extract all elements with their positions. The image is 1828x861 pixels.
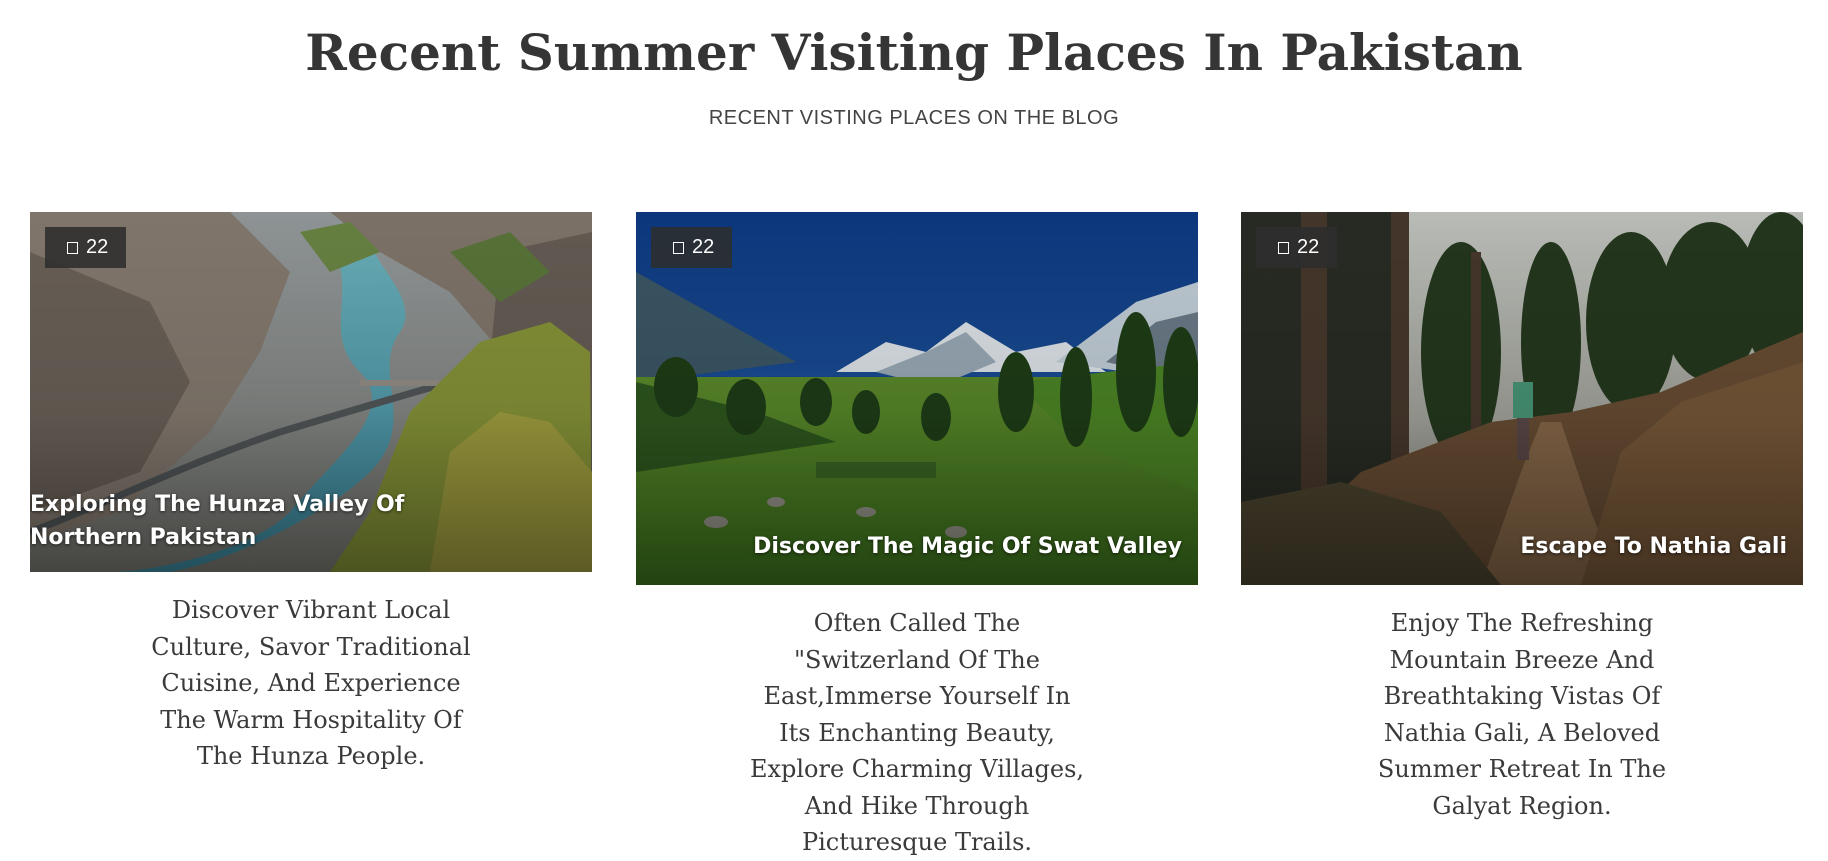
post-title[interactable]: Exploring The Hunza Valley Of Northern P…: [30, 488, 520, 554]
comment-icon: [67, 241, 78, 254]
comment-count-badge[interactable]: 22: [651, 227, 733, 268]
post-title[interactable]: Discover The Magic Of Swat Valley: [753, 530, 1182, 563]
comment-count: 22: [692, 236, 715, 258]
comment-count: 22: [86, 236, 109, 258]
comment-icon: [673, 241, 684, 254]
post-image-swat[interactable]: 22 Discover The Magic Of Swat Valley: [636, 212, 1198, 585]
post-excerpt: Discover Vibrant Local Culture, Savor Tr…: [151, 596, 471, 770]
comment-icon: [1278, 241, 1289, 254]
comment-count-badge[interactable]: 22: [1256, 227, 1338, 268]
comment-count-badge[interactable]: 22: [45, 227, 127, 268]
post-excerpt: Enjoy The Refreshing Mountain Breeze And…: [1377, 609, 1667, 820]
post-excerpt: Often Called The "Switzerland Of The Eas…: [749, 609, 1085, 856]
comment-count: 22: [1297, 236, 1320, 258]
post-title[interactable]: Escape To Nathia Gali: [1520, 530, 1787, 563]
page-subtitle: RECENT VISTING PLACES ON THE BLOG: [708, 107, 1120, 129]
post-image-nathia-gali[interactable]: 22 Escape To Nathia Gali: [1241, 212, 1803, 585]
page-title: Recent Summer Visiting Places In Pakista…: [305, 23, 1523, 82]
post-image-hunza[interactable]: 22 Exploring The Hunza Valley Of Norther…: [30, 212, 592, 572]
